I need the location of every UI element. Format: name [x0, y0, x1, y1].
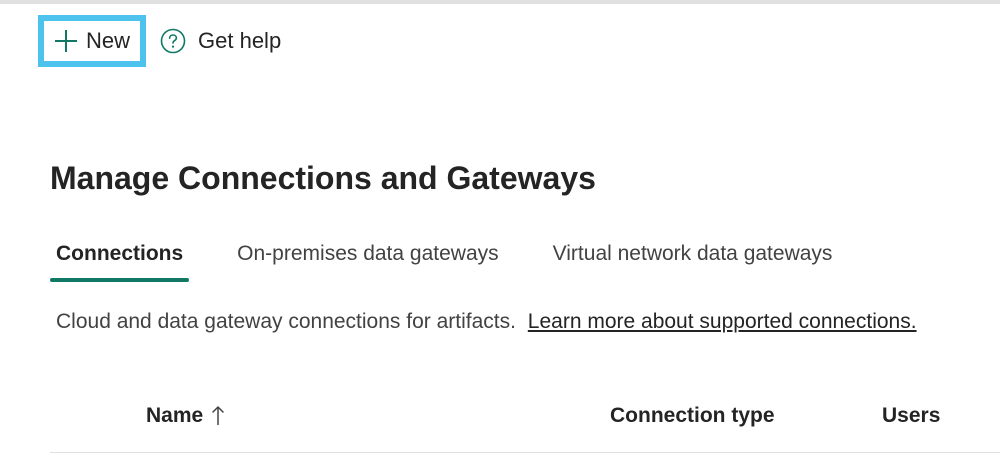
get-help-label: Get help: [198, 28, 282, 53]
tab-list: Connections On-premises data gateways Vi…: [50, 238, 838, 284]
page-title: Manage Connections and Gateways: [50, 160, 596, 196]
column-header-connection-type-label: Connection type: [610, 404, 775, 427]
column-header-name[interactable]: Name: [146, 404, 225, 428]
get-help-button[interactable]: Get help: [160, 28, 281, 54]
plus-icon: [54, 29, 78, 53]
column-header-connection-type[interactable]: Connection type: [610, 404, 775, 428]
table-header: Name Connection type Users: [50, 390, 1000, 453]
description: Cloud and data gateway connections for a…: [56, 310, 917, 334]
description-text: Cloud and data gateway connections for a…: [56, 310, 516, 333]
tab-connections[interactable]: Connections: [50, 238, 190, 282]
new-button[interactable]: New: [38, 15, 147, 67]
column-header-users[interactable]: Users: [882, 404, 940, 428]
command-bar: New Get help: [38, 12, 281, 70]
new-button-label: New: [86, 28, 131, 53]
column-header-users-label: Users: [882, 404, 941, 427]
tab-virtual-network-data-gateways[interactable]: Virtual network data gateways: [547, 238, 839, 276]
question-circle-icon: [160, 28, 186, 54]
column-header-name-label: Name: [146, 404, 204, 427]
sort-ascending-icon: [211, 405, 225, 427]
learn-more-link[interactable]: Learn more about supported connections.: [528, 310, 917, 333]
tab-on-premises-data-gateways[interactable]: On-premises data gateways: [231, 238, 504, 276]
top-border: [0, 0, 1000, 4]
